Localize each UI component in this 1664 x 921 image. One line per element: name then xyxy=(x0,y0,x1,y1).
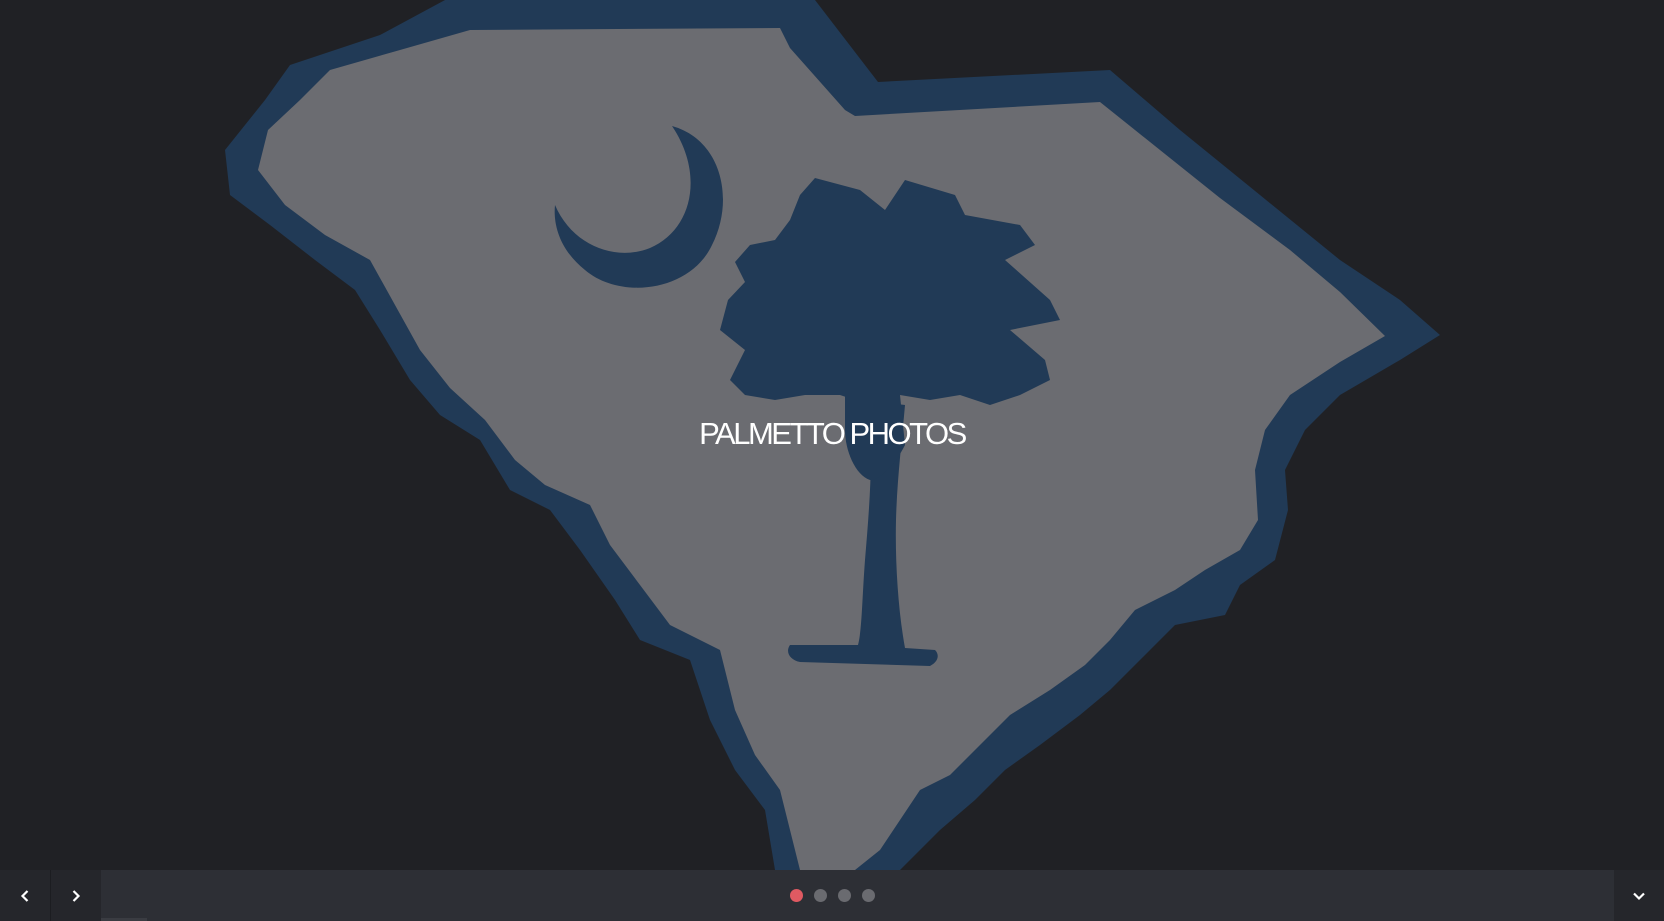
next-slide-button[interactable] xyxy=(51,870,101,921)
slide-dot-3[interactable] xyxy=(837,889,851,902)
slide-dot-4[interactable] xyxy=(861,889,875,902)
slider-controls xyxy=(0,870,1664,921)
slide-pagination xyxy=(0,870,1664,921)
slide-dot-1[interactable] xyxy=(789,889,803,902)
slide-dot-2[interactable] xyxy=(813,889,827,902)
collapse-toggle-button[interactable] xyxy=(1614,870,1664,921)
hero-slide: PALMETTO PHOTOS xyxy=(0,0,1664,870)
previous-slide-button[interactable] xyxy=(0,870,51,921)
chevron-down-icon xyxy=(1633,892,1645,900)
hero-title: PALMETTO PHOTOS xyxy=(699,416,967,451)
chevron-left-icon xyxy=(20,889,29,902)
chevron-right-icon xyxy=(72,889,81,902)
